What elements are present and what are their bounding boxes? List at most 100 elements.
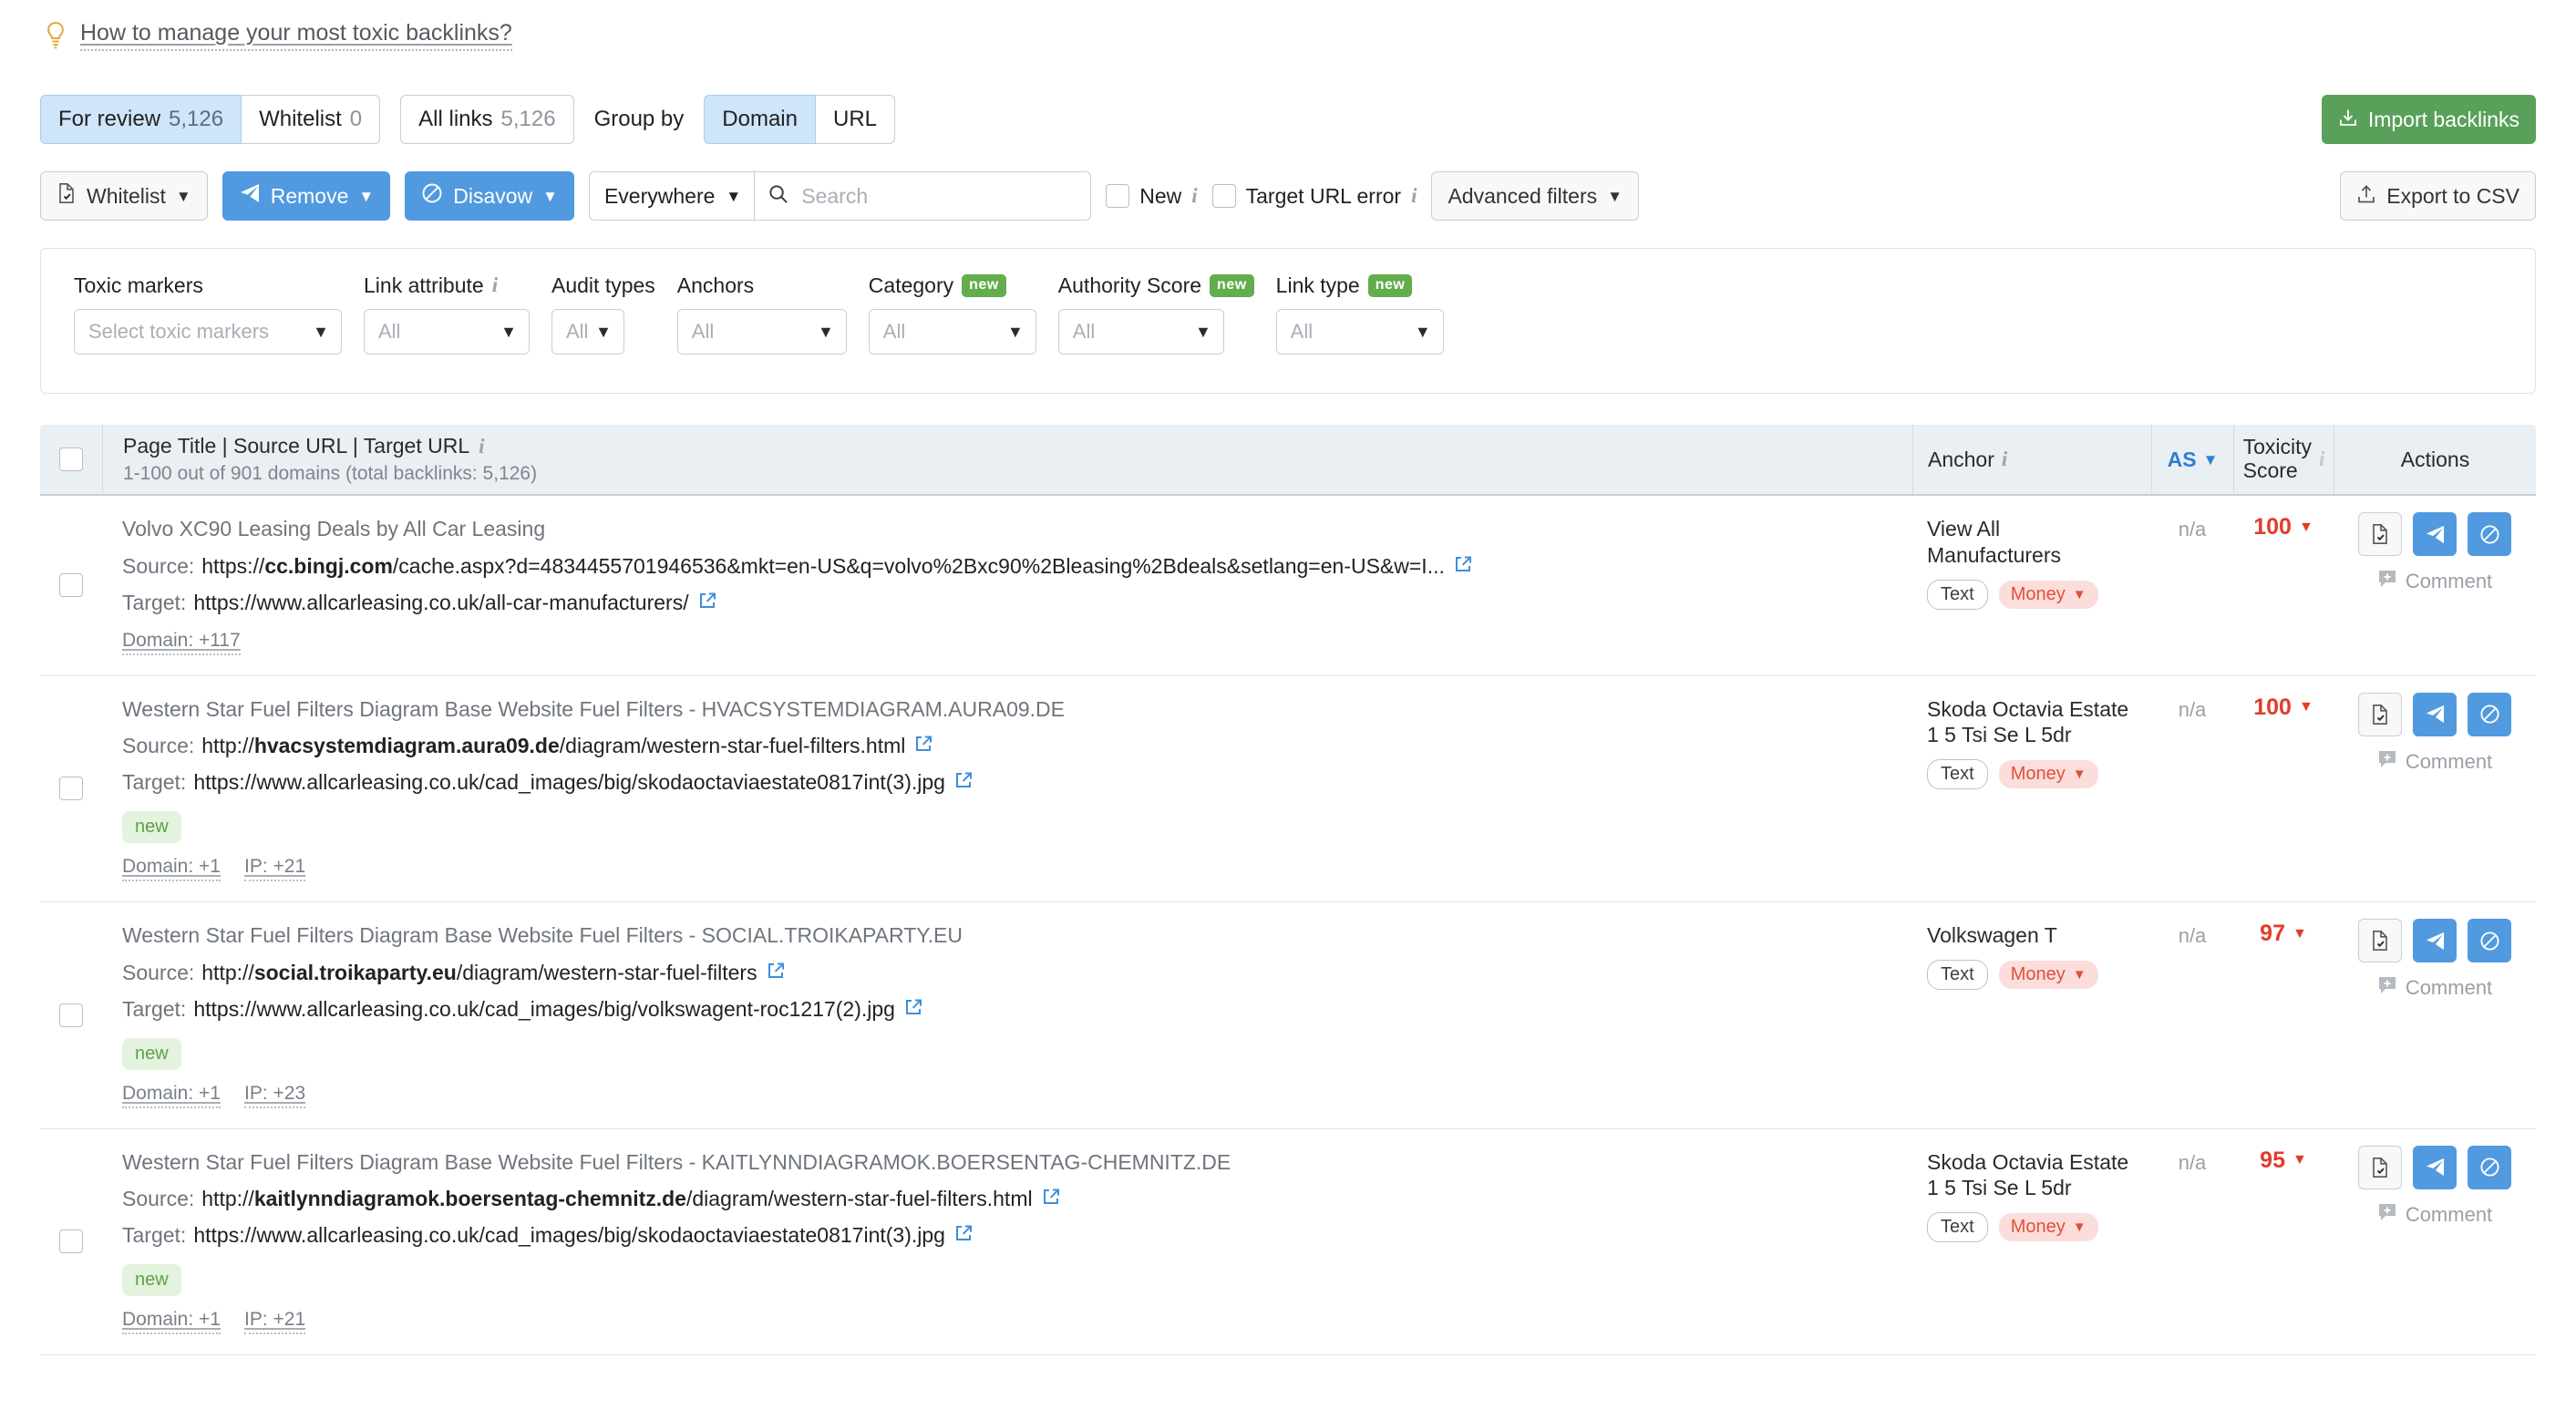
filter-select[interactable]: Select toxic markers ▼ [74,309,342,355]
row-meta[interactable]: Domain: +1 [122,856,221,882]
comment-icon [2377,1202,2397,1228]
row-meta[interactable]: Domain: +1 [122,1083,221,1108]
row-meta[interactable]: IP: +21 [243,1309,306,1335]
row-checkbox[interactable] [59,1003,83,1027]
tag-money[interactable]: Money ▼ [1998,760,2098,789]
external-link-icon[interactable] [1042,1186,1060,1213]
row-remove-button[interactable] [2413,919,2457,963]
row-checkbox[interactable] [59,777,83,801]
tab-for-review[interactable]: For review 5,126 [40,95,242,144]
scope-select-value: Everywhere [603,183,716,208]
external-link-icon[interactable] [954,769,973,797]
tag-text[interactable]: Text [1927,759,1988,790]
search-box[interactable] [754,171,1092,221]
row-checkbox[interactable] [59,573,83,598]
filter-select[interactable]: All ▼ [676,309,847,355]
filter-select[interactable]: All ▼ [364,309,530,355]
row-link-cell: Western Star Fuel Filters Diagram Base W… [102,902,1912,1128]
row-comment-button[interactable]: Comment [2348,569,2521,594]
filter-select[interactable]: All ▼ [1275,309,1444,355]
column-as-sort[interactable]: AS ▼ [2168,448,2219,472]
external-link-icon[interactable] [698,590,716,617]
tag-money[interactable]: Money ▼ [1998,580,2098,609]
column-authority-score[interactable]: AS ▼ [2151,425,2233,494]
new-filter-checkbox-group: New i [1106,184,1198,209]
tag-text[interactable]: Text [1927,579,1988,610]
row-target-url[interactable]: https://www.allcarleasing.co.uk/all-car-… [193,590,688,617]
row-whitelist-button[interactable] [2358,512,2402,556]
row-source-url[interactable]: http://social.troikaparty.eu/diagram/wes… [201,960,757,987]
tab-whitelist[interactable]: Whitelist 0 [242,95,381,144]
row-disavow-button[interactable] [2468,1145,2511,1189]
chevron-down-icon: ▼ [1006,322,1024,341]
row-toxicity-value[interactable]: 95 ▼ [2260,1147,2307,1174]
whitelist-button[interactable]: Whitelist ▼ [40,171,208,221]
row-toxicity-value[interactable]: 100 ▼ [2253,695,2313,721]
tag-text[interactable]: Text [1927,1212,1988,1243]
tag-money[interactable]: Money ▼ [1998,1213,2098,1242]
row-meta[interactable]: Domain: +1 [122,1309,221,1335]
row-source-url[interactable]: http://hvacsystemdiagram.aura09.de/diagr… [201,733,905,760]
tag-money[interactable]: Money ▼ [1998,960,2098,989]
filter-select[interactable]: All ▼ [1057,309,1224,355]
row-target-line: Target: https://www.allcarleasing.co.uk/c… [122,996,1898,1024]
row-meta[interactable]: IP: +23 [243,1083,306,1108]
row-remove-button[interactable] [2413,692,2457,736]
row-comment-button[interactable]: Comment [2348,749,2521,775]
tag-text[interactable]: Text [1927,959,1988,990]
row-toxicity-number: 100 [2253,694,2292,720]
remove-button[interactable]: Remove ▼ [222,171,391,221]
target-url-error-checkbox[interactable] [1211,184,1236,208]
tip-link[interactable]: How to manage your most toxic backlinks? [80,20,512,51]
info-icon[interactable]: i [1191,184,1197,208]
export-csv-button[interactable]: Export to CSV [2340,171,2536,221]
scope-select[interactable]: Everywhere ▼ [588,171,755,221]
filter-select[interactable]: All ▼ [551,309,624,355]
disavow-button[interactable]: Disavow ▼ [405,171,574,221]
info-icon[interactable]: i [1411,184,1417,208]
row-remove-button[interactable] [2413,512,2457,556]
row-disavow-button[interactable] [2468,692,2511,736]
filter-select[interactable]: All ▼ [868,309,1036,355]
search-input[interactable] [799,182,1078,210]
row-meta[interactable]: Domain: +117 [122,630,241,655]
external-link-icon[interactable] [904,996,922,1024]
select-all-checkbox[interactable] [59,448,83,471]
row-disavow-button[interactable] [2468,512,2511,556]
row-target-url[interactable]: https://www.allcarleasing.co.uk/cad_imag… [193,1222,945,1250]
row-comment-button[interactable]: Comment [2348,975,2521,1001]
row-whitelist-button[interactable] [2358,919,2402,963]
row-whitelist-button[interactable] [2358,692,2402,736]
group-by-domain[interactable]: Domain [704,95,816,144]
row-source-url[interactable]: https://cc.bingj.com/cache.aspx?d=483445… [201,553,1445,581]
target-label: Target: [122,996,187,1021]
row-remove-button[interactable] [2413,1145,2457,1189]
row-source-line: Source: http://kaitlynndiagramok.boersent… [122,1186,1898,1213]
row-meta[interactable]: IP: +21 [243,856,306,882]
row-toxicity-value[interactable]: 100 ▼ [2253,514,2313,540]
row-comment-button[interactable]: Comment [2348,1202,2521,1228]
tab-all-links[interactable]: All links 5,126 [400,95,574,144]
external-link-icon[interactable] [767,960,785,987]
external-link-icon[interactable] [914,733,933,760]
row-checkbox[interactable] [59,1230,83,1254]
row-toxicity-value[interactable]: 97 ▼ [2260,921,2307,947]
row-whitelist-button[interactable] [2358,1145,2402,1189]
external-link-icon[interactable] [954,1222,973,1250]
external-link-icon[interactable] [1454,553,1472,581]
advanced-filters-button[interactable]: Advanced filters ▼ [1431,171,1639,221]
row-target-url[interactable]: https://www.allcarleasing.co.uk/cad_imag… [193,996,895,1024]
new-filter-checkbox[interactable] [1106,184,1130,208]
info-icon[interactable]: i [479,435,484,458]
info-icon[interactable]: i [492,273,498,297]
info-icon[interactable]: i [2002,448,2007,471]
import-backlinks-button[interactable]: Import backlinks [2321,95,2536,144]
filter-label: Link type new [1276,273,1444,298]
comment-icon [2377,569,2397,594]
row-source-url[interactable]: http://kaitlynndiagramok.boersentag-chem… [201,1186,1032,1213]
info-icon[interactable]: i [2319,448,2324,471]
row-target-url[interactable]: https://www.allcarleasing.co.uk/cad_imag… [193,769,945,797]
row-disavow-button[interactable] [2468,919,2511,963]
backlinks-table: Page Title | Source URL | Target URL i 1… [40,425,2536,1356]
group-by-url[interactable]: URL [815,95,895,144]
